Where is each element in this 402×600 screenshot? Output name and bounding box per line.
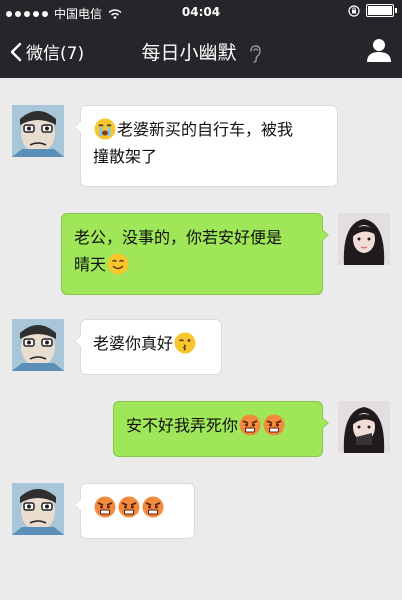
angry-face-icon bbox=[142, 496, 164, 518]
nav-bar: 微信(7) 每日小幽默 bbox=[0, 24, 402, 78]
smiling-face-icon bbox=[107, 253, 129, 275]
status-time: 04:04 bbox=[181, 5, 221, 19]
female-avatar[interactable] bbox=[338, 401, 390, 453]
crying-face-icon bbox=[94, 118, 116, 140]
chat-title: 每日小幽默 bbox=[141, 42, 237, 64]
chat-area[interactable]: 老婆新买的自行车，被我 撞散架了 老公，没事的，你若安好便是 晴天 老婆你真好 … bbox=[0, 78, 402, 600]
message-text-line2: 撞散架了 bbox=[93, 147, 158, 166]
message-bubble-incoming[interactable]: 老婆你真好 bbox=[74, 319, 222, 375]
angry-face-icon bbox=[94, 496, 116, 518]
male-avatar[interactable] bbox=[12, 483, 64, 535]
earpiece-mode-icon bbox=[249, 44, 261, 63]
rotation-lock-icon bbox=[348, 4, 360, 17]
status-bar: 中国电信 04:04 bbox=[0, 0, 402, 24]
message-text-line1: 老公，没事的，你若安好便是 bbox=[74, 228, 283, 247]
chat-info-person-icon[interactable] bbox=[366, 37, 392, 63]
message-bubble-incoming[interactable] bbox=[74, 483, 195, 539]
angry-face-icon bbox=[263, 414, 285, 436]
kissing-face-icon bbox=[174, 332, 196, 354]
message-text-line2: 晴天 bbox=[74, 255, 107, 274]
male-avatar[interactable] bbox=[12, 319, 64, 371]
angry-face-icon bbox=[118, 496, 140, 518]
battery-icon bbox=[366, 4, 397, 17]
message-bubble-incoming[interactable]: 老婆新买的自行车，被我 撞散架了 bbox=[74, 105, 338, 187]
chat-title-wrap: 每日小幽默 bbox=[0, 38, 402, 65]
female-avatar[interactable] bbox=[338, 213, 390, 265]
message-bubble-outgoing[interactable]: 安不好我弄死你 bbox=[113, 401, 329, 457]
message-text: 老婆你真好 bbox=[93, 334, 174, 353]
message-bubble-outgoing[interactable]: 老公，没事的，你若安好便是 晴天 bbox=[61, 213, 329, 295]
angry-face-icon bbox=[239, 414, 261, 436]
male-avatar[interactable] bbox=[12, 105, 64, 157]
message-text: 安不好我弄死你 bbox=[126, 416, 239, 435]
message-text-line1: 老婆新买的自行车，被我 bbox=[117, 120, 294, 139]
status-right bbox=[348, 4, 397, 17]
